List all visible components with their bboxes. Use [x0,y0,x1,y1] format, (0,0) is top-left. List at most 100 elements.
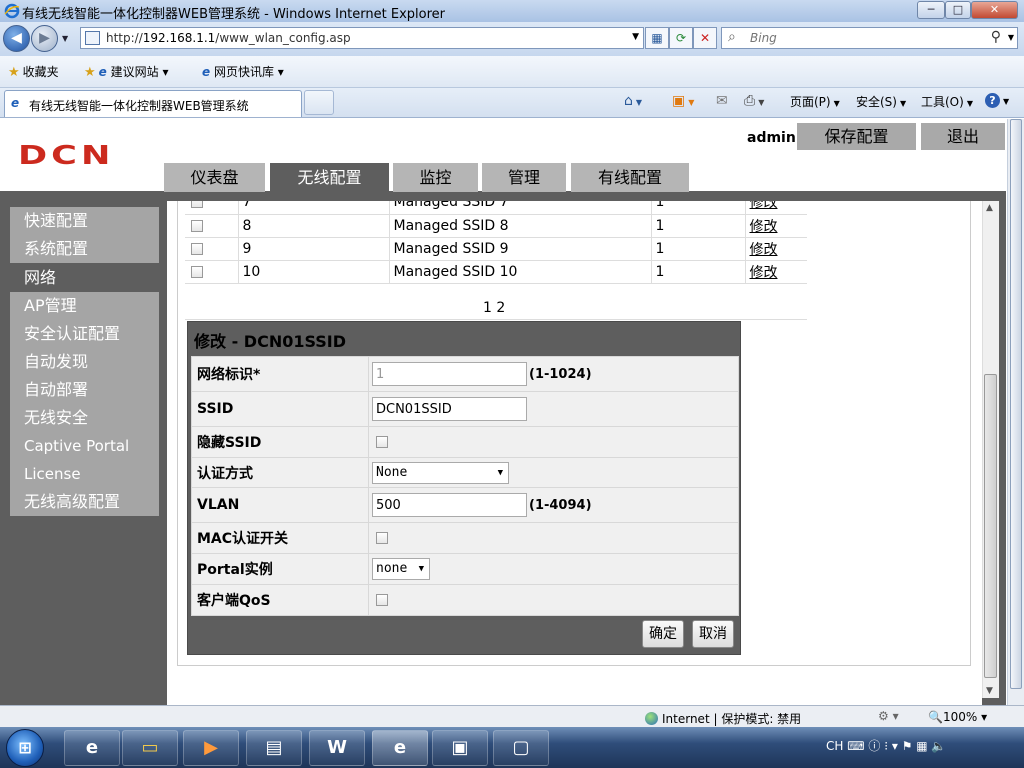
ssid-id-cell: 10 [238,260,390,284]
search-dropdown-icon[interactable]: ▼ [1008,33,1014,42]
addons-icon[interactable]: ⚙ ▾ [878,709,899,723]
taskbar-media-player-icon[interactable]: ▶ [183,730,239,766]
back-button[interactable]: ◀ [3,25,30,52]
read-mail-button[interactable]: ✉ [716,93,728,109]
window-title: 有线无线智能一体化控制器WEB管理系统 - Windows Internet E… [22,7,445,22]
close-window-button[interactable]: ✕ [971,1,1018,19]
compatibility-view-icon[interactable]: ▦ [645,27,669,49]
sidebar-item-ap-management[interactable]: AP管理 [10,292,159,320]
zoom-level[interactable]: 🔍100% ▾ [928,710,987,724]
web-slice-gallery-button[interactable]: e 网页快讯库 ▾ [202,63,284,80]
search-input[interactable] [750,30,980,46]
confirm-button[interactable]: 确定 [642,620,684,648]
help-icon[interactable]: ⓘ [868,739,884,753]
input-language[interactable]: CH [826,739,843,753]
recent-pages-dropdown-icon[interactable]: ▼ [62,34,72,43]
edit-link[interactable]: 修改 [750,201,778,211]
sidebar-item-auto-deploy[interactable]: 自动部署 [10,376,159,404]
sidebar-item-system-config[interactable]: 系统配置 [10,235,159,263]
address-url[interactable]: http://192.168.1.1/www_wlan_config.asp [106,31,351,45]
suggested-sites-button[interactable]: ★ e 建议网站 ▾ [84,63,168,80]
row-checkbox[interactable] [191,242,203,255]
tray-arrow-icon[interactable]: ⁝ [884,739,892,753]
refresh-icon[interactable]: ⟳ [669,27,693,49]
new-tab-button[interactable] [304,90,334,115]
address-dropdown-icon[interactable]: ▼ [632,32,639,42]
ssid-input[interactable] [372,397,527,421]
scroll-down-icon[interactable]: ▼ [986,686,993,696]
taskbar-word-icon[interactable]: W [309,730,365,766]
scroll-up-icon[interactable]: ▲ [986,203,993,213]
sidebar-item-license[interactable]: License [10,460,159,488]
home-button[interactable]: ⌂ ▼ [624,93,642,109]
safety-menu[interactable]: 安全(S) ▼ [856,93,906,110]
sidebar-item-wireless-advanced[interactable]: 无线高级配置 [10,488,159,516]
sidebar-item-quick-config[interactable]: 快速配置 [10,207,159,235]
client-qos-checkbox[interactable] [376,594,388,606]
sidebar-item-wireless-security[interactable]: 无线安全 [10,404,159,432]
logout-button[interactable]: 退出 [921,123,1005,150]
cancel-button[interactable]: 取消 [692,620,734,648]
browser-tab-title: 有线无线智能一体化控制器WEB管理系统 [29,99,249,113]
tab-wired-config[interactable]: 有线配置 [571,163,689,192]
forward-button[interactable]: ▶ [31,25,58,52]
ssid-name-cell: Managed SSID 7 [389,201,652,215]
page-menu[interactable]: 页面(P) ▼ [790,93,840,110]
taskbar-folder-icon[interactable]: ▭ [122,730,178,766]
address-bar[interactable]: http://192.168.1.1/www_wlan_config.asp ▼ [80,27,644,49]
scrollbar-thumb[interactable] [1010,119,1022,689]
network-id-input[interactable] [372,362,527,386]
tab-dashboard[interactable]: 仪表盘 [164,163,265,192]
volume-icon[interactable]: 🔈 [931,739,946,753]
window-scrollbar[interactable] [1007,119,1024,705]
tab-manage[interactable]: 管理 [482,163,566,192]
vlan-input[interactable] [372,493,527,517]
edit-link[interactable]: 修改 [750,265,778,281]
feeds-button[interactable]: ▣ ▼ [672,93,694,109]
network-icon[interactable]: ▦ [916,739,931,753]
hide-ssid-checkbox[interactable] [376,436,388,448]
ssid-table: 7 Managed SSID 7 1 修改 8 Managed SSID 8 1… [185,201,807,284]
search-box[interactable]: ⌕ ⚲ ▼ [721,27,1018,49]
search-icon[interactable]: ⚲ [991,29,1001,45]
taskbar-picture-icon[interactable]: ▣ [432,730,488,766]
pagination[interactable]: 1 2 [483,300,505,316]
start-button[interactable]: ⊞ [6,729,44,767]
taskbar-ie-icon[interactable]: e [64,730,120,766]
tab-monitor[interactable]: 监控 [393,163,478,192]
favorites-button[interactable]: ★ 收藏夹 [8,63,59,80]
network-id-label: 网络标识* [191,356,369,392]
ssid-vlan-cell: 1 [651,214,746,238]
taskbar-document-icon[interactable]: ▢ [493,730,549,766]
auth-method-select[interactable]: None ▼ [372,461,509,484]
security-zone[interactable]: Internet | 保护模式: 禁用 [645,710,801,727]
keyboard-icon[interactable]: ⌨ [847,739,868,753]
minimize-button[interactable]: ─ [917,1,945,19]
portal-instance-select[interactable]: none ▼ [372,558,430,580]
edit-link[interactable]: 修改 [750,242,778,258]
print-button[interactable]: ⎙ ▼ [744,93,764,109]
help-menu[interactable]: ? ▼ [985,93,1009,108]
tools-menu[interactable]: 工具(O) ▼ [921,93,973,110]
maximize-button[interactable]: □ [945,1,971,19]
sidebar-item-network[interactable]: 网络 [10,264,159,292]
flag-icon[interactable]: ⚑ [902,739,917,753]
sidebar-item-auto-discovery[interactable]: 自动发现 [10,348,159,376]
sidebar-item-captive-portal[interactable]: Captive Portal [10,432,159,460]
tray-expand-icon[interactable]: ▾ [892,739,902,753]
edit-link[interactable]: 修改 [750,219,778,235]
mac-auth-checkbox[interactable] [376,532,388,544]
stop-icon[interactable]: ✕ [693,27,717,49]
scrollbar-thumb[interactable] [984,374,997,678]
taskbar-app-icon[interactable]: ▤ [246,730,302,766]
vlan-label: VLAN [191,487,369,523]
row-checkbox[interactable] [191,219,203,232]
tab-wireless-config[interactable]: 无线配置 [270,163,389,192]
frame-scrollbar[interactable]: ▲ ▼ [982,201,999,698]
taskbar-ie-active-icon[interactable]: e [372,730,428,766]
save-config-button[interactable]: 保存配置 [797,123,916,150]
browser-tab-active[interactable]: e 有线无线智能一体化控制器WEB管理系统 [4,90,302,117]
row-checkbox[interactable] [191,201,203,209]
row-checkbox[interactable] [191,265,203,278]
sidebar-item-security-auth[interactable]: 安全认证配置 [10,320,159,348]
